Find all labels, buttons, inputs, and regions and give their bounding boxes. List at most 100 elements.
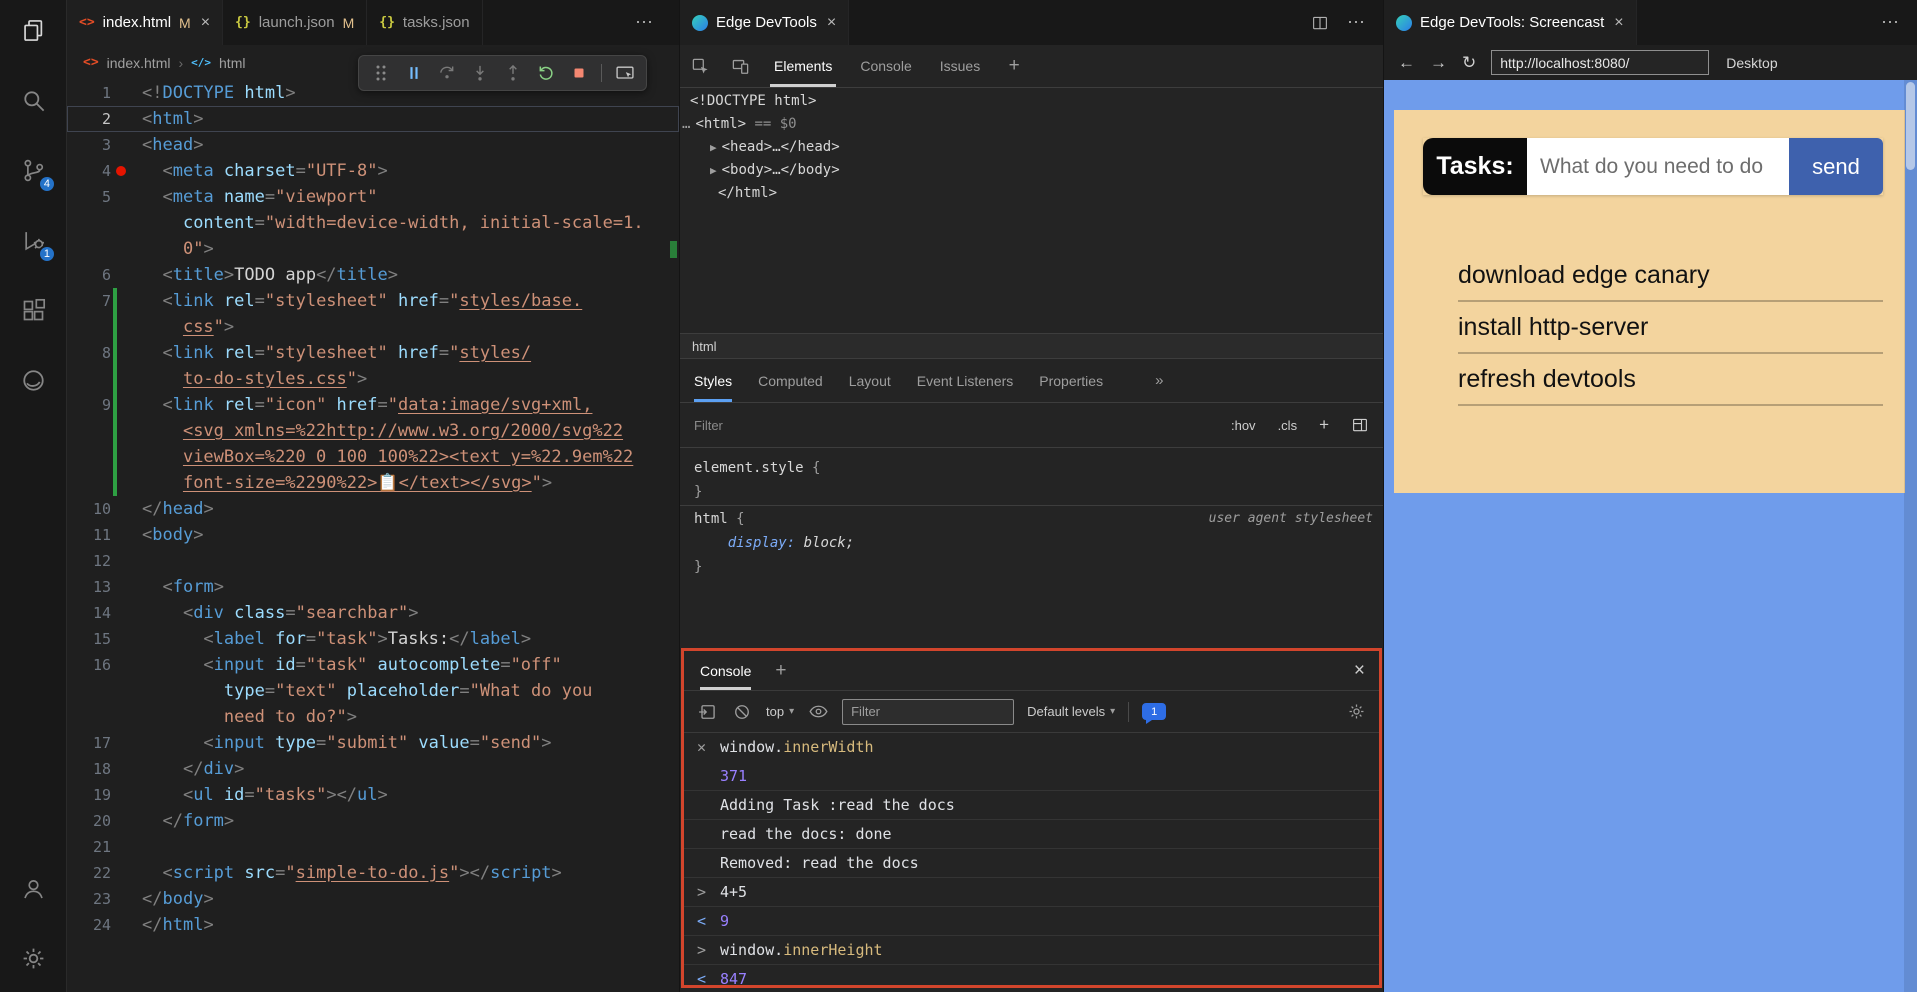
line-number[interactable]: 14	[67, 600, 111, 626]
code-line[interactable]: viewBox=%220 0 100 100%22><text y=%22.9e…	[67, 444, 679, 470]
live-expression-eye-icon[interactable]	[807, 701, 829, 723]
console-settings-gear-icon[interactable]	[1345, 701, 1367, 723]
context-selector[interactable]: top ▾	[766, 704, 794, 719]
code-line[interactable]: 7 <link rel="stylesheet" href="styles/ba…	[67, 288, 679, 314]
screencast-tab[interactable]: Edge DevTools: Screencast ×	[1384, 0, 1637, 45]
extensions-icon[interactable]	[9, 286, 57, 334]
screencast-scrollbar-thumb[interactable]	[1906, 82, 1915, 170]
dom-tree-row[interactable]: ▶ <head>…</head>	[680, 136, 1383, 159]
style-declaration[interactable]: display: block;	[680, 531, 1383, 555]
line-number[interactable]: 16	[67, 652, 111, 678]
url-input[interactable]	[1491, 50, 1710, 75]
code-line[interactable]: 4 <meta charset="UTF-8">	[67, 158, 679, 184]
code-line[interactable]: 8 <link rel="stylesheet" href="styles/	[67, 340, 679, 366]
line-number[interactable]	[67, 418, 111, 444]
class-toggle[interactable]: .cls	[1278, 418, 1298, 433]
breadcrumb-file[interactable]: index.html	[107, 55, 171, 71]
forward-icon[interactable]: →	[1430, 54, 1447, 71]
close-icon[interactable]: ×	[1614, 14, 1623, 32]
code-line[interactable]: 20 </form>	[67, 808, 679, 834]
styles-pane-tab-computed[interactable]: Computed	[758, 359, 823, 402]
line-number[interactable]	[67, 366, 111, 392]
code-line[interactable]: 17 <input type="submit" value="send">	[67, 730, 679, 756]
step-into-icon[interactable]	[464, 59, 495, 87]
styles-pane-tab-properties[interactable]: Properties	[1039, 359, 1103, 402]
settings-gear-icon[interactable]	[9, 934, 57, 982]
code-line[interactable]: css">	[67, 314, 679, 340]
line-number[interactable]: 11	[67, 522, 111, 548]
line-number[interactable]: 23	[67, 886, 111, 912]
screencast-viewport[interactable]: Tasks: send download edge canaryinstall …	[1384, 80, 1917, 992]
code-line[interactable]: 14 <div class="searchbar">	[67, 600, 679, 626]
task-list-item[interactable]: install http-server	[1458, 302, 1883, 354]
step-over-icon[interactable]	[431, 59, 462, 87]
close-console-icon[interactable]: ×	[1354, 660, 1365, 682]
run-debug-icon[interactable]: 1	[9, 216, 57, 264]
computed-sidebar-icon[interactable]	[1351, 416, 1369, 434]
reload-icon[interactable]: ↻	[1462, 54, 1476, 71]
split-editor-icon[interactable]	[1311, 14, 1329, 32]
editor-tab-launch-json[interactable]: {} launch.json M	[223, 0, 368, 45]
line-number[interactable]: 24	[67, 912, 111, 938]
line-number[interactable]	[67, 210, 111, 236]
pseudo-state-toggle[interactable]: :hov	[1231, 418, 1256, 433]
code-line[interactable]: to-do-styles.css">	[67, 366, 679, 392]
new-rule-icon[interactable]: +	[1319, 415, 1329, 435]
devtools-panel-tab-elements[interactable]: Elements	[760, 45, 846, 87]
styles-pane-tab-event-listeners[interactable]: Event Listeners	[917, 359, 1014, 402]
tab-close-icon[interactable]: ×	[201, 14, 210, 32]
code-line[interactable]: need to do?">	[67, 704, 679, 730]
code-line[interactable]: content="width=device-width, initial-sca…	[67, 210, 679, 236]
code-line[interactable]: 9 <link rel="icon" href="data:image/svg+…	[67, 392, 679, 418]
code-line[interactable]: 10 </head>	[67, 496, 679, 522]
console-input-row[interactable]: >4+5	[684, 878, 1379, 907]
source-control-icon[interactable]: 4	[9, 146, 57, 194]
console-filter-input[interactable]	[842, 698, 1015, 725]
add-console-icon[interactable]: +	[775, 660, 786, 682]
drag-handle-icon[interactable]	[365, 59, 396, 87]
line-number[interactable]: 13	[67, 574, 111, 600]
pause-icon[interactable]	[398, 59, 429, 87]
line-number[interactable]: 9	[67, 392, 111, 418]
line-number[interactable]	[67, 678, 111, 704]
console-result-row[interactable]: <847	[684, 965, 1379, 985]
code-line[interactable]: 18 </div>	[67, 756, 679, 782]
line-number[interactable]	[67, 314, 111, 340]
task-list-item[interactable]: download edge canary	[1458, 250, 1883, 302]
search-icon[interactable]	[9, 76, 57, 124]
console-tab[interactable]: Console	[700, 651, 752, 690]
line-number[interactable]: 22	[67, 860, 111, 886]
line-number[interactable]: 20	[67, 808, 111, 834]
line-number[interactable]: 7	[67, 288, 111, 314]
devtools-panel-tab-issues[interactable]: Issues	[926, 45, 994, 87]
line-number[interactable]: 17	[67, 730, 111, 756]
log-levels-selector[interactable]: Default levels ▾	[1027, 704, 1115, 719]
line-number[interactable]: 15	[67, 626, 111, 652]
code-line[interactable]: 12	[67, 548, 679, 574]
send-button[interactable]: send	[1789, 138, 1883, 195]
screencast-scrollbar-track[interactable]	[1904, 80, 1917, 992]
console-result-row[interactable]: <9	[684, 907, 1379, 936]
line-number[interactable]: 1	[67, 80, 111, 106]
style-rule-selector[interactable]: element.style {	[680, 456, 1383, 480]
code-line[interactable]: 6 <title>TODO app</title>	[67, 262, 679, 288]
clear-console-icon[interactable]	[731, 701, 753, 723]
line-number[interactable]: 8	[67, 340, 111, 366]
more-tabs-chevron-icon[interactable]: »	[1155, 372, 1163, 389]
task-list-item[interactable]: refresh devtools	[1458, 354, 1883, 406]
styles-pane-tab-styles[interactable]: Styles	[694, 359, 733, 402]
code-line[interactable]: 19 <ul id="tasks"></ul>	[67, 782, 679, 808]
dom-tree-row[interactable]: <!DOCTYPE html>	[680, 90, 1383, 113]
emulation-mode-label[interactable]: Desktop	[1726, 55, 1777, 71]
dom-tree-row[interactable]: ▶ <body>…</body>	[680, 159, 1383, 182]
code-line[interactable]: 24 </html>	[67, 912, 679, 938]
line-number[interactable]: 5	[67, 184, 111, 210]
code-line[interactable]: 23 </body>	[67, 886, 679, 912]
tab-overflow-button[interactable]: ⋯	[635, 12, 653, 33]
code-line[interactable]: 16 <input id="task" autocomplete="off"	[67, 652, 679, 678]
add-panel-icon[interactable]: +	[994, 45, 1034, 87]
line-number[interactable]	[67, 444, 111, 470]
code-line[interactable]: 5 <meta name="viewport"	[67, 184, 679, 210]
line-number[interactable]: 6	[67, 262, 111, 288]
code-line[interactable]: 11 <body>	[67, 522, 679, 548]
